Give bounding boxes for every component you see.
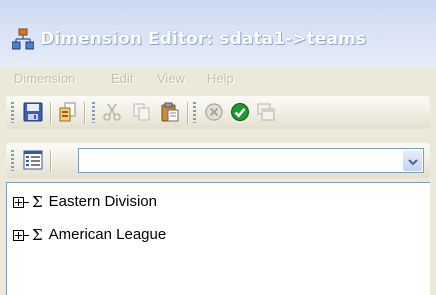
combo-dropdown-button[interactable] xyxy=(403,150,422,171)
expand-plus-icon[interactable] xyxy=(13,229,24,241)
tree-node-label[interactable]: American League xyxy=(49,224,167,246)
title-bar[interactable]: Dimension Editor: sdata1->teams xyxy=(0,0,436,68)
save-button[interactable] xyxy=(21,100,45,124)
menu-help[interactable]: Help xyxy=(207,68,234,90)
main-toolbar xyxy=(6,96,430,129)
window-title: Dimension Editor: sdata1->teams xyxy=(40,29,366,49)
sigma-icon: Σ xyxy=(32,193,43,211)
dimension-editor-window: Dimension Editor: sdata1->teams Dimensio… xyxy=(0,0,436,295)
save-icon xyxy=(23,102,43,122)
copy-icon xyxy=(132,102,152,122)
cancel-button[interactable] xyxy=(202,100,226,124)
menu-bar: Dimension Edit View Help xyxy=(0,68,436,90)
tree-node[interactable]: Σ American League xyxy=(13,224,166,246)
chevron-down-icon xyxy=(407,151,418,170)
window-button[interactable] xyxy=(254,100,278,124)
dimension-tree[interactable]: Σ Eastern Division Σ American League xyxy=(6,182,430,295)
toolbar-separator xyxy=(50,102,51,124)
toolbar-separator xyxy=(50,150,51,172)
expand-plus-icon[interactable] xyxy=(13,196,24,208)
cut-icon xyxy=(102,102,122,122)
paste-icon xyxy=(160,102,180,122)
properties-list-icon xyxy=(23,150,43,170)
toolbar-grip[interactable] xyxy=(11,102,14,123)
selection-toolbar xyxy=(6,143,430,178)
tree-node[interactable]: Σ Eastern Division xyxy=(13,191,157,213)
toolbar-separator xyxy=(84,102,85,124)
menu-view[interactable]: View xyxy=(157,68,185,90)
cancel-icon xyxy=(204,102,224,122)
toolbar-grip[interactable] xyxy=(92,102,95,123)
import-button[interactable] xyxy=(56,100,80,124)
tree-connector xyxy=(24,234,29,236)
paste-button[interactable] xyxy=(158,100,182,124)
properties-list-button[interactable] xyxy=(21,148,45,172)
toolbar-grip[interactable] xyxy=(193,102,196,123)
menu-edit[interactable]: Edit xyxy=(111,68,133,90)
window-icon xyxy=(256,102,276,122)
menu-dimension[interactable]: Dimension xyxy=(14,68,75,90)
toolbar-separator xyxy=(187,102,188,124)
import-icon xyxy=(58,102,78,122)
cut-button[interactable] xyxy=(100,100,124,124)
dimension-editor-icon xyxy=(11,28,35,50)
apply-button[interactable] xyxy=(228,100,252,124)
toolbar-grip[interactable] xyxy=(11,150,14,171)
tree-node-label[interactable]: Eastern Division xyxy=(49,191,157,213)
apply-check-icon xyxy=(230,102,250,122)
member-combo-box[interactable] xyxy=(78,148,424,173)
sigma-icon: Σ xyxy=(32,226,43,244)
copy-button[interactable] xyxy=(130,100,154,124)
tree-connector xyxy=(24,201,29,203)
